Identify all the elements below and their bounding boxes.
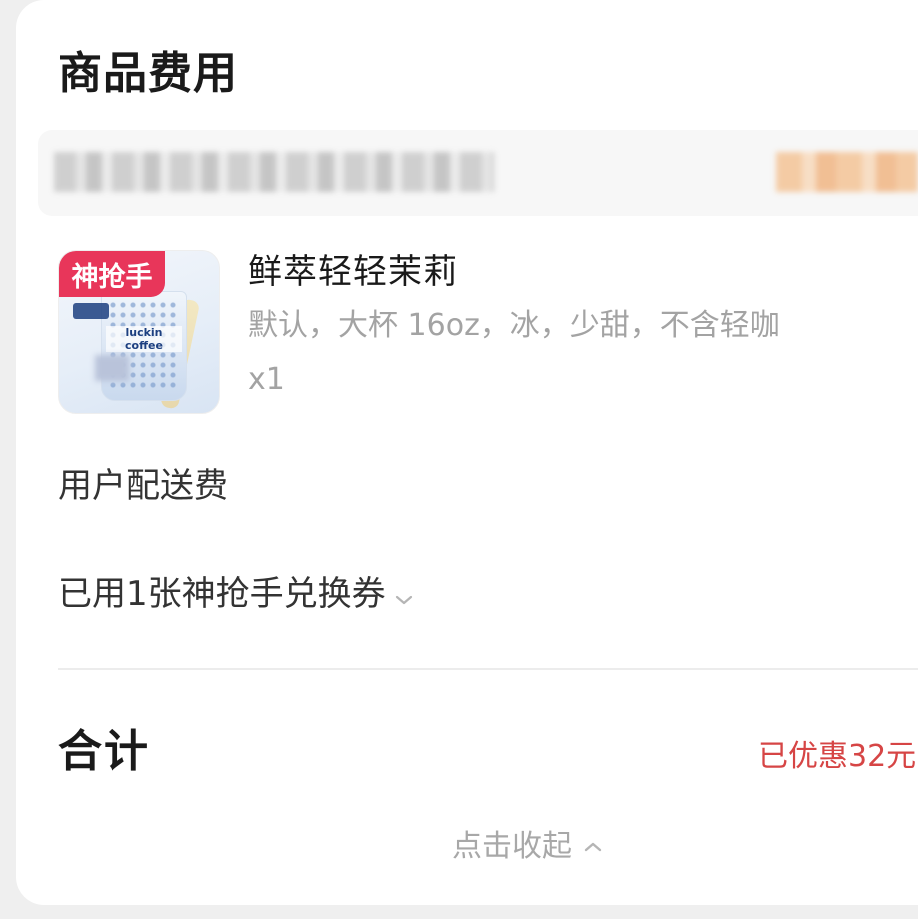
masked-thumbnail-area [95, 355, 129, 381]
discount-amount: 已优惠32元 [758, 739, 917, 774]
product-thumbnail[interactable]: luckin coffee 神抢手 [58, 250, 220, 414]
product-name: 鲜萃轻轻茉莉 [248, 252, 458, 292]
total-label: 合计 [58, 726, 150, 777]
brand-logo [73, 303, 109, 319]
masked-tag [776, 152, 918, 192]
delivery-fee-label: 用户配送费 [58, 466, 228, 506]
divider [58, 668, 918, 670]
product-spec: 默认，大杯 16oz，冰，少甜，不含轻咖 [248, 308, 780, 343]
coupon-label: 已用1张神抢手兑换券 [58, 574, 386, 614]
masked-info-row [38, 130, 918, 216]
masked-text [54, 152, 494, 192]
collapse-label: 点击收起 [452, 829, 572, 864]
collapse-button[interactable]: 点击收起 [452, 826, 604, 868]
chevron-down-icon [394, 574, 414, 618]
product-quantity: x1 [248, 362, 285, 397]
chevron-up-icon [584, 842, 602, 852]
section-title: 商品费用 [58, 48, 238, 99]
cup-graphic: luckin coffee [101, 291, 187, 401]
coupon-toggle[interactable]: 已用1张神抢手兑换券 [58, 572, 414, 618]
promo-badge: 神抢手 [59, 251, 165, 297]
cup-brand-text: luckin coffee [106, 326, 182, 352]
